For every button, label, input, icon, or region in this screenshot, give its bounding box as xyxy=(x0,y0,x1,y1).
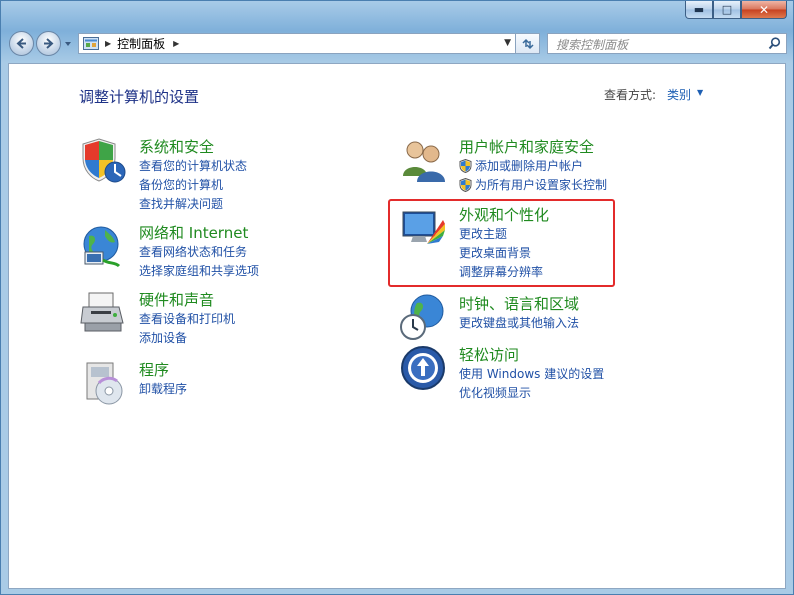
system-security-icon[interactable] xyxy=(79,136,127,184)
category-title[interactable]: 硬件和声音 xyxy=(139,289,214,310)
ease-of-access-icon[interactable] xyxy=(399,344,447,392)
link-uninstall-program[interactable]: 卸载程序 xyxy=(139,379,187,398)
uac-shield-icon xyxy=(459,177,472,192)
minimize-button[interactable]: ▬ xyxy=(685,1,713,19)
category-title[interactable]: 系统和安全 xyxy=(139,136,214,157)
link-recommended-settings[interactable]: 使用 Windows 建议的设置 xyxy=(459,364,604,383)
category-title[interactable]: 轻松访问 xyxy=(459,344,519,365)
link-parental-controls[interactable]: 为所有用户设置家长控制 xyxy=(459,175,607,194)
link-add-device[interactable]: 添加设备 xyxy=(139,328,235,347)
view-by-label: 查看方式: xyxy=(604,88,657,102)
back-arrow-icon xyxy=(16,38,26,49)
category-title[interactable]: 用户帐户和家庭安全 xyxy=(459,136,594,157)
control-panel-icon xyxy=(83,37,99,50)
programs-icon[interactable] xyxy=(79,359,127,407)
forward-arrow-icon xyxy=(44,38,54,49)
category-title[interactable]: 程序 xyxy=(139,359,169,380)
link-view-computer-status[interactable]: 查看您的计算机状态 xyxy=(139,156,247,175)
minimize-icon: ▬ xyxy=(693,3,705,16)
refresh-button[interactable] xyxy=(516,33,540,54)
refresh-icon xyxy=(521,38,534,49)
address-dropdown-icon[interactable]: ▼ xyxy=(504,38,511,48)
link-network-status[interactable]: 查看网络状态和任务 xyxy=(139,242,259,261)
breadcrumb-separator-icon[interactable]: ▶ xyxy=(105,39,111,48)
link-change-keyboards[interactable]: 更改键盘或其他输入法 xyxy=(459,313,579,332)
search-icon[interactable] xyxy=(768,37,781,50)
navigation-bar: ▶ 控制面板 ▶ ▼ 搜索控制面板 xyxy=(1,27,793,61)
link-text[interactable]: 为所有用户设置家长控制 xyxy=(475,176,607,193)
link-devices-printers[interactable]: 查看设备和打印机 xyxy=(139,309,235,328)
user-accounts-icon[interactable] xyxy=(399,136,447,184)
category-title[interactable]: 时钟、语言和区域 xyxy=(459,293,579,314)
category-title[interactable]: 网络和 Internet xyxy=(139,222,248,243)
link-add-remove-users[interactable]: 添加或删除用户帐户 xyxy=(459,156,607,175)
network-internet-icon[interactable] xyxy=(79,222,127,270)
link-text[interactable]: 添加或删除用户帐户 xyxy=(475,157,583,174)
hardware-sound-icon[interactable] xyxy=(79,289,127,337)
link-troubleshoot[interactable]: 查找并解决问题 xyxy=(139,194,247,213)
caption-buttons: ▬ □ ✕ xyxy=(685,1,787,20)
close-button[interactable]: ✕ xyxy=(741,1,787,19)
recent-pages-dropdown-icon[interactable] xyxy=(64,40,72,48)
link-homegroup-sharing[interactable]: 选择家庭组和共享选项 xyxy=(139,261,259,280)
address-bar[interactable]: ▶ 控制面板 ▶ ▼ xyxy=(78,33,516,54)
uac-shield-icon xyxy=(459,158,472,173)
link-backup-computer[interactable]: 备份您的计算机 xyxy=(139,175,247,194)
search-input[interactable]: 搜索控制面板 xyxy=(556,36,628,53)
link-optimize-display[interactable]: 优化视频显示 xyxy=(459,383,604,402)
back-button[interactable] xyxy=(9,31,34,56)
highlight-box xyxy=(388,199,615,287)
chevron-down-icon[interactable]: ▼ xyxy=(697,88,703,97)
page-title: 调整计算机的设置 xyxy=(79,88,200,106)
breadcrumb-separator-icon[interactable]: ▶ xyxy=(173,39,179,48)
close-icon: ✕ xyxy=(758,2,770,17)
control-panel-window: ▬ □ ✕ ▶ 控制面板 ▶ ▼ 搜索控制面板 调整计算机的设置 查看方式: 类… xyxy=(0,0,794,595)
forward-button[interactable] xyxy=(36,31,61,56)
clock-language-region-icon[interactable] xyxy=(399,293,447,341)
content-pane: 调整计算机的设置 查看方式: 类别 ▼ 系统和安全 查看您的计算机状态 备份您的… xyxy=(8,63,786,589)
search-box[interactable]: 搜索控制面板 xyxy=(547,33,787,54)
maximize-icon: □ xyxy=(721,3,733,16)
breadcrumb-control-panel[interactable]: 控制面板 xyxy=(117,35,165,52)
view-by-dropdown[interactable]: 类别 xyxy=(667,86,691,103)
maximize-button[interactable]: □ xyxy=(713,1,741,19)
